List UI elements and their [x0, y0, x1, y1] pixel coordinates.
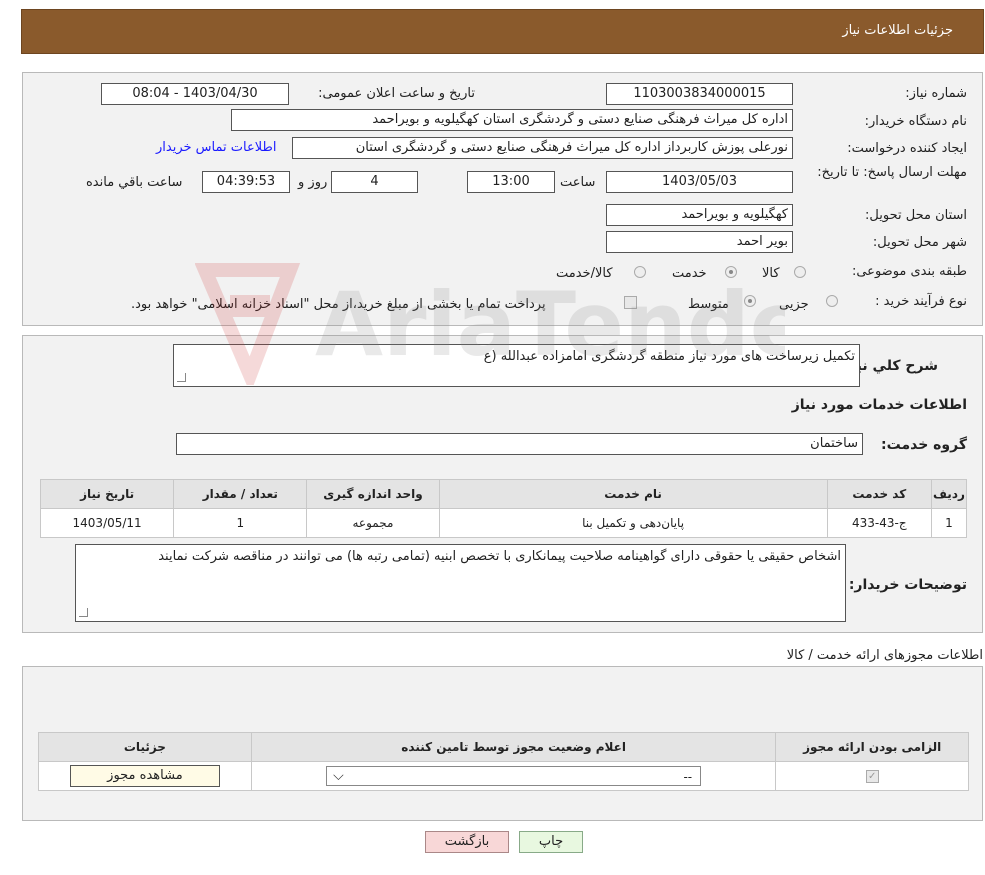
cell-quantity: 1 — [173, 508, 308, 538]
remaining-label: ساعت باقي مانده — [86, 175, 183, 190]
city-label: شهر محل تحویل: — [872, 235, 967, 250]
deadline-date-field: 1403/05/03 — [606, 171, 793, 193]
buyer-notes-text: اشخاص حقیقی یا حقوقی دارای گواهینامه صلا… — [158, 549, 841, 564]
summary-textarea[interactable]: تکمیل زیرساخت های مورد نیاز منطقه گردشگر… — [173, 344, 860, 387]
resize-grip-icon[interactable] — [79, 608, 88, 617]
summary-text: تکمیل زیرساخت های مورد نیاز منطقه گردشگر… — [483, 349, 855, 364]
permit-status-select[interactable]: ⌵ -- — [326, 766, 702, 786]
table-row: 1 ج-43-433 پایان‌دهی و تکمیل بنا مجموعه … — [39, 508, 968, 538]
permit-required-checkbox[interactable]: ✓ — [865, 770, 879, 783]
services-title: اطلاعات خدمات مورد نیاز — [791, 397, 967, 413]
buyer-contact-link[interactable]: اطلاعات تماس خریدار — [156, 140, 276, 155]
permits-table: الزامی بودن ارائه مجوز اعلام وضعیت مجوز … — [38, 732, 969, 791]
announce-label: تاریخ و ساعت اعلان عمومی: — [318, 86, 475, 101]
category-option-both: کالا/خدمت — [556, 266, 613, 281]
col-need-date: تاریخ نیاز — [39, 479, 175, 509]
service-group-label: گروه خدمت: — [881, 437, 967, 453]
time-label: ساعت — [560, 175, 596, 190]
treasury-payment-checkbox[interactable] — [624, 296, 637, 309]
col-permit-details: جزئیات — [38, 732, 252, 762]
days-field: 4 — [331, 171, 418, 193]
category-radio-goods[interactable] — [794, 266, 806, 278]
category-radio-service[interactable] — [725, 266, 737, 278]
treasury-payment-note: پرداخت تمام یا بخشی از مبلغ خرید،از محل … — [131, 297, 546, 312]
col-unit: واحد اندازه گیری — [306, 479, 440, 509]
process-label: نوع فرآیند خرید : — [875, 294, 967, 309]
permits-title: اطلاعات مجوزهای ارائه خدمت / کالا — [786, 648, 983, 663]
deadline-time-field: 13:00 — [467, 171, 555, 193]
cell-need-date: 1403/05/11 — [39, 508, 175, 538]
services-table: ردیف کد خدمت نام خدمت واحد اندازه گیری ت… — [39, 479, 968, 538]
buyer-notes-label: توضیحات خریدار: — [848, 577, 967, 593]
table-row: ✓ ⌵ -- مشاهده مجوز — [38, 761, 969, 791]
need-number-label: شماره نیاز: — [905, 86, 967, 101]
resize-grip-icon[interactable] — [177, 373, 186, 382]
permit-status-value: -- — [683, 770, 693, 784]
process-option-medium: متوسط — [688, 297, 729, 312]
cell-permit-details: مشاهده مجوز — [38, 761, 252, 791]
province-label: استان محل تحویل: — [865, 208, 967, 223]
process-radio-minor[interactable] — [826, 295, 838, 307]
cell-row: 1 — [930, 508, 968, 538]
buyer-field: اداره کل میراث فرهنگی صنایع دستی و گردشگ… — [231, 109, 793, 131]
col-service-name: نام خدمت — [438, 479, 828, 509]
category-label: طبقه بندی موضوعی: — [851, 264, 967, 279]
buyer-notes-textarea[interactable]: اشخاص حقیقی یا حقوقی دارای گواهینامه صلا… — [75, 544, 846, 622]
city-field: بویر احمد — [606, 231, 793, 253]
days-label: روز و — [298, 175, 328, 190]
process-option-minor: جزیی — [779, 297, 809, 312]
col-permit-status: اعلام وضعیت مجوز توسط تامین کننده — [250, 732, 777, 762]
chevron-down-icon: ⌵ — [333, 768, 344, 784]
col-service-code: کد خدمت — [826, 479, 932, 509]
cell-service-name: پایان‌دهی و تکمیل بنا — [438, 508, 828, 538]
service-group-field: ساختمان — [176, 433, 863, 455]
cell-permit-required: ✓ — [775, 761, 969, 791]
col-permit-required: الزامی بودن ارائه مجوز — [775, 732, 969, 762]
col-quantity: تعداد / مقدار — [173, 479, 308, 509]
cell-permit-status: ⌵ -- — [250, 761, 777, 791]
creator-field: نورعلی پوزش کاربرداز اداره کل میراث فرهن… — [292, 137, 793, 159]
view-permit-button[interactable]: مشاهده مجوز — [69, 765, 220, 787]
back-button[interactable]: بازگشت — [425, 831, 509, 853]
buyer-label: نام دستگاه خریدار: — [864, 114, 967, 129]
remaining-time-field: 04:39:53 — [202, 171, 290, 193]
col-row: ردیف — [930, 479, 968, 509]
category-radio-both[interactable] — [634, 266, 646, 278]
category-option-goods: کالا — [762, 266, 780, 281]
creator-label: ایجاد کننده درخواست: — [847, 141, 967, 156]
page-title: جزئیات اطلاعات نیاز — [842, 23, 953, 38]
permits-table-header: الزامی بودن ارائه مجوز اعلام وضعیت مجوز … — [38, 732, 969, 762]
province-field: کهگیلویه و بویراحمد — [606, 204, 793, 226]
cell-unit: مجموعه — [306, 508, 440, 538]
deadline-label: مهلت ارسال پاسخ: تا تاریخ: — [817, 165, 967, 180]
process-radio-medium[interactable] — [744, 295, 756, 307]
print-button[interactable]: چاپ — [519, 831, 583, 853]
category-option-service: خدمت — [672, 266, 707, 281]
need-number-field: 1103003834000015 — [606, 83, 793, 105]
cell-service-code: ج-43-433 — [826, 508, 932, 538]
services-table-header: ردیف کد خدمت نام خدمت واحد اندازه گیری ت… — [39, 479, 968, 509]
page-header: جزئیات اطلاعات نیاز — [21, 9, 984, 54]
announce-field: 1403/04/30 - 08:04 — [101, 83, 289, 105]
